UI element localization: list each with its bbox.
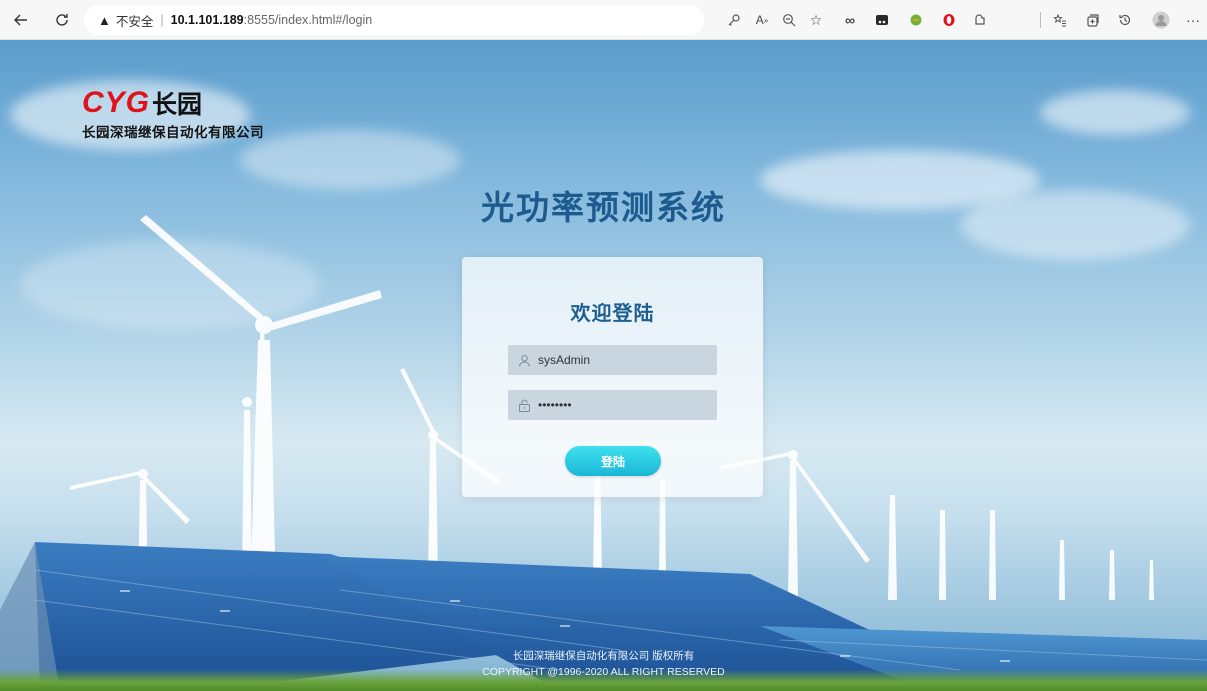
url-host: 10.1.101.189 <box>170 13 244 27</box>
toolbar-divider <box>1040 12 1041 28</box>
logo-chinese: 长园 <box>152 91 203 119</box>
company-logo: CYG 长园 长园深瑞继保自动化有限公司 <box>82 88 264 141</box>
extension-icon[interactable] <box>970 10 990 30</box>
browser-toolbar: ▲ 不安全 | 10.1.101.189 :8555/index.html#/l… <box>0 0 1207 40</box>
welcome-heading: 欢迎登陆 <box>570 303 655 325</box>
extension-icon[interactable] <box>906 10 926 30</box>
collections-icon[interactable] <box>1083 10 1103 30</box>
security-label[interactable]: 不安全 <box>116 11 154 30</box>
warning-icon: ▲ <box>98 12 111 28</box>
extension-icon[interactable] <box>872 10 892 30</box>
history-icon[interactable] <box>1115 10 1135 30</box>
company-name: 长园深瑞继保自动化有限公司 <box>82 125 264 140</box>
system-title: 光功率预测系统 <box>481 189 726 226</box>
opera-icon[interactable] <box>939 10 959 30</box>
login-button[interactable]: 登陆 <box>565 446 661 476</box>
read-aloud-icon[interactable]: A» <box>752 10 772 30</box>
address-bar[interactable]: ▲ 不安全 | 10.1.101.189 :8555/index.html#/l… <box>84 5 704 35</box>
login-page: CYG 长园 长园深瑞继保自动化有限公司 光功率预测系统 欢迎登陆 sysAdm… <box>0 40 1207 691</box>
favorite-add-icon[interactable]: ☆ <box>806 10 826 30</box>
user-icon <box>516 352 532 368</box>
password-value[interactable]: •••••••• <box>538 398 572 412</box>
refresh-icon[interactable] <box>50 8 74 32</box>
footer: 长园深瑞继保自动化有限公司 版权所有 COPYRIGHT @1996-2020 … <box>0 648 1207 680</box>
password-field[interactable]: •••••••• <box>508 390 717 420</box>
key-icon[interactable] <box>724 10 744 30</box>
lock-icon <box>516 397 532 413</box>
back-icon[interactable] <box>9 8 33 32</box>
infinity-icon[interactable]: ∞ <box>840 10 860 30</box>
username-field[interactable]: sysAdmin <box>508 345 717 375</box>
profile-icon[interactable] <box>1151 10 1171 30</box>
logo-latin: CYG <box>82 86 151 119</box>
zoom-icon[interactable] <box>779 10 799 30</box>
favorites-icon[interactable] <box>1050 10 1070 30</box>
more-icon[interactable]: ··· <box>1183 10 1203 30</box>
login-card: 欢迎登陆 sysAdmin •••••••• 登陆 <box>462 257 763 497</box>
footer-copyright-cn: 长园深瑞继保自动化有限公司 版权所有 <box>512 650 695 662</box>
url-path: :8555/index.html#/login <box>243 13 373 27</box>
username-value[interactable]: sysAdmin <box>538 353 590 367</box>
address-separator: | <box>160 13 164 27</box>
footer-copyright-en: COPYRIGHT @1996-2020 ALL RIGHT RESERVED <box>482 666 725 678</box>
